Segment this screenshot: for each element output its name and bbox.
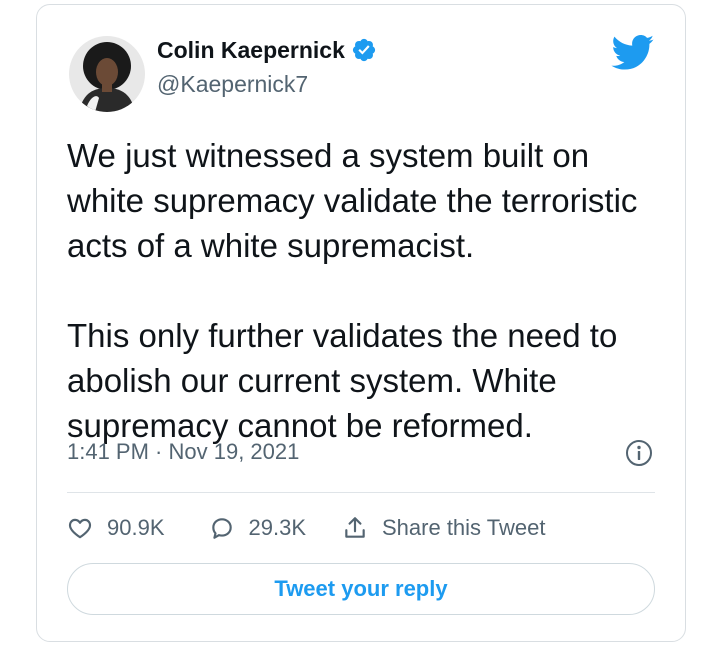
divider [67,492,655,493]
tweet-text: We just witnessed a system built on whit… [67,133,667,448]
tweet-timestamp[interactable]: 1:41 PM · Nov 19, 2021 [67,439,299,465]
avatar[interactable] [69,36,145,112]
like-count: 90.9K [107,515,165,540]
tweet-your-reply-button[interactable]: Tweet your reply [67,563,655,615]
action-bar: 90.9K 29.3K Share this Tweet [67,510,655,546]
tweet-card: Colin Kaepernick @Kaepernick7 We just wi… [36,4,686,642]
reply-count: 29.3K [248,515,307,540]
twitter-bird-icon[interactable] [611,35,655,71]
like-button[interactable]: 90.9K [67,515,165,541]
share-icon [345,517,365,538]
reply-button[interactable]: 29.3K [209,515,307,541]
share-button[interactable]: Share this Tweet [342,515,545,541]
share-label: Share this Tweet [382,515,546,540]
tweet-paragraph: We just witnessed a system built on whit… [67,137,638,264]
info-icon[interactable] [625,439,653,467]
tweet-paragraph: This only further validates the need to … [67,317,618,444]
comment-icon [211,518,232,539]
display-name[interactable]: Colin Kaepernick [157,37,345,64]
verified-badge-icon [351,37,377,63]
user-handle[interactable]: @Kaepernick7 [157,71,308,98]
name-row: Colin Kaepernick [157,33,377,67]
heart-icon [68,518,92,539]
